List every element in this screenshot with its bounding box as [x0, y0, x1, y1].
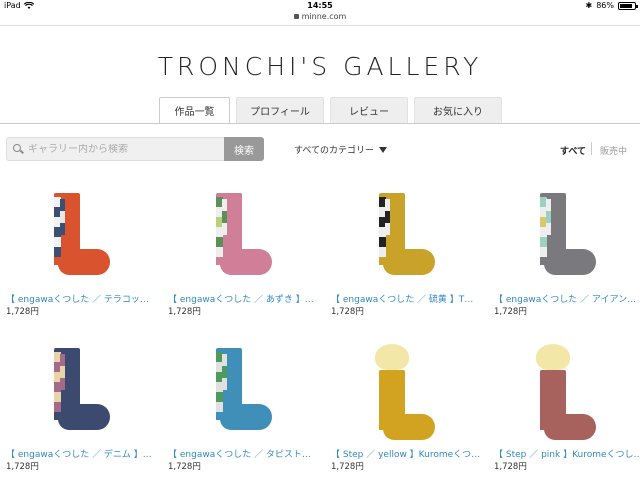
product-card[interactable]: 【 engawaくつした ／ デニム 】… 1,728円	[6, 340, 156, 472]
product-name[interactable]: 【 engawaくつした ／ 硫黄 】T…	[331, 292, 481, 305]
divider	[0, 25, 640, 26]
product-image[interactable]	[331, 340, 481, 440]
sock-cuff	[536, 344, 570, 370]
lock-icon	[293, 14, 299, 19]
product-card[interactable]: 【 engawaくつした ／ あずき 】… 1,728円	[168, 185, 318, 317]
tab-favorites[interactable]: お気に入り	[414, 97, 502, 123]
sock-foot	[544, 414, 596, 440]
address-bar[interactable]: minne.com	[0, 12, 640, 24]
product-price: 1,728円	[6, 462, 39, 472]
product-price: 1,728円	[331, 462, 364, 472]
product-name[interactable]: 【 engawaくつした ／ デニム 】…	[6, 447, 156, 460]
search-field[interactable]	[6, 137, 224, 161]
sock-pattern	[546, 199, 551, 235]
sock-foot	[544, 249, 596, 275]
sock-pattern	[385, 199, 390, 235]
sock-foot	[58, 404, 110, 430]
battery-icon	[618, 1, 638, 10]
product-image[interactable]	[494, 185, 640, 285]
tab-works[interactable]: 作品一覧	[159, 97, 230, 124]
product-image[interactable]	[168, 185, 318, 285]
filter-divider	[591, 142, 592, 155]
chevron-down-icon	[379, 146, 388, 153]
sock-pattern	[60, 199, 65, 235]
product-card[interactable]: 【 Step ／ pink 】Kuromeくつし… 1,728円	[494, 340, 640, 472]
sock-foot	[58, 249, 110, 275]
sock-pattern	[60, 354, 65, 390]
product-image[interactable]	[331, 185, 481, 285]
product-price: 1,728円	[494, 307, 527, 317]
sock-pattern	[222, 354, 227, 390]
product-name[interactable]: 【 engawaくつした ／ タピスト…	[168, 447, 318, 460]
product-name[interactable]: 【 engawaくつした ／ アイアン…	[494, 292, 640, 305]
gallery-title: TRONCHI'S GALLERY	[157, 52, 483, 81]
bluetooth-icon: ✱	[585, 1, 593, 10]
gallery-tabs: 作品一覧 プロフィール レビュー お気に入り	[159, 97, 502, 124]
product-price: 1,728円	[168, 462, 201, 472]
status-bar: iPad 14:55 ✱ 86%	[0, 0, 640, 12]
product-name[interactable]: 【 engawaくつした ／ あずき 】…	[168, 292, 318, 305]
category-value: すべてのカテゴリー	[294, 146, 375, 156]
product-price: 1,728円	[6, 307, 39, 317]
product-price: 1,728円	[494, 462, 527, 472]
product-card[interactable]: 【 engawaくつした ／ テラコッ… 1,728円	[6, 185, 156, 317]
sock-foot	[383, 249, 435, 275]
battery-percent: 86%	[596, 1, 614, 10]
filter-on-sale[interactable]: 販売中	[600, 144, 627, 157]
product-image[interactable]	[6, 185, 156, 285]
tab-divider	[0, 123, 640, 124]
sock-foot	[383, 414, 435, 440]
product-name[interactable]: 【 Step ／ yellow 】Kuromeくつ…	[331, 447, 481, 460]
product-image[interactable]	[6, 340, 156, 440]
tab-profile[interactable]: プロフィール	[236, 97, 324, 123]
category-dropdown[interactable]: すべてのカテゴリー	[294, 143, 388, 156]
sock-foot	[220, 249, 272, 275]
product-image[interactable]	[168, 340, 318, 440]
product-name[interactable]: 【 Step ／ pink 】Kuromeくつし…	[494, 447, 640, 460]
product-card[interactable]: 【 Step ／ yellow 】Kuromeくつ… 1,728円	[331, 340, 481, 472]
product-price: 1,728円	[168, 307, 201, 317]
search-input[interactable]	[28, 143, 218, 155]
product-card[interactable]: 【 engawaくつした ／ アイアン… 1,728円	[494, 185, 640, 317]
sock-cuff	[375, 344, 409, 370]
tab-reviews[interactable]: レビュー	[330, 97, 408, 123]
product-card[interactable]: 【 engawaくつした ／ 硫黄 】T… 1,728円	[331, 185, 481, 317]
url-text: minne.com	[301, 12, 347, 21]
product-card[interactable]: 【 engawaくつした ／ タピスト… 1,728円	[168, 340, 318, 472]
product-image[interactable]	[494, 340, 640, 440]
search-icon	[13, 144, 23, 154]
search-button[interactable]: 検索	[224, 137, 264, 161]
sock-pattern	[222, 199, 227, 235]
sock-foot	[220, 404, 272, 430]
product-name[interactable]: 【 engawaくつした ／ テラコッ…	[6, 292, 156, 305]
filter-all[interactable]: すべて	[560, 144, 586, 157]
status-right: ✱ 86%	[585, 1, 638, 10]
product-price: 1,728円	[331, 307, 364, 317]
clock: 14:55	[307, 1, 333, 10]
